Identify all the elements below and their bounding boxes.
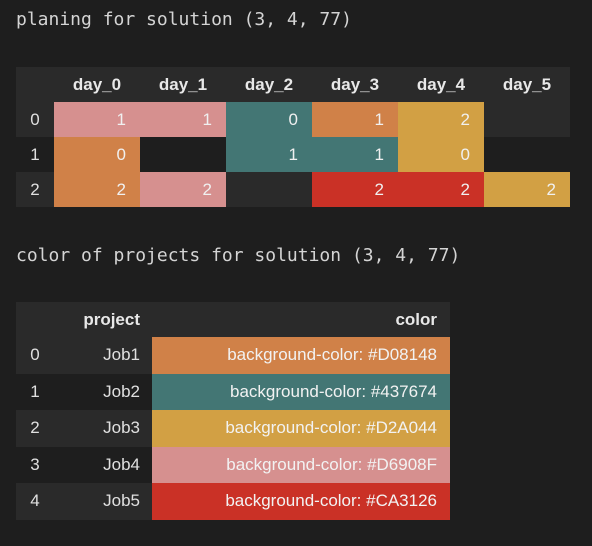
project-row: 0 Job1 background-color: #D08148 xyxy=(16,337,450,374)
planning-cell-empty xyxy=(484,102,570,137)
planning-cell-empty xyxy=(140,137,226,172)
planning-cell: 1 xyxy=(312,137,398,172)
project-color-value: background-color: #D6908F xyxy=(152,446,450,483)
project-name: Job3 xyxy=(54,410,152,447)
project-colors-title: color of projects for solution (3, 4, 77… xyxy=(16,245,461,266)
project-color-value: background-color: #437674 xyxy=(152,373,450,410)
project-row: 2 Job3 background-color: #D2A044 xyxy=(16,410,450,447)
day-column-header: day_0 xyxy=(54,67,140,102)
day-column-header: day_3 xyxy=(312,67,398,102)
project-name: Job2 xyxy=(54,373,152,410)
planning-header-row: day_0 day_1 day_2 day_3 day_4 day_5 xyxy=(16,67,570,102)
planning-cell: 0 xyxy=(54,137,140,172)
planning-cell: 0 xyxy=(226,102,312,137)
row-index: 1 xyxy=(16,137,54,172)
project-name: Job1 xyxy=(54,337,152,374)
project-column-header: project xyxy=(54,302,152,337)
row-index: 4 xyxy=(16,483,54,520)
planning-cell: 2 xyxy=(398,102,484,137)
row-index: 1 xyxy=(16,373,54,410)
day-column-header: day_1 xyxy=(140,67,226,102)
project-color-value: background-color: #D08148 xyxy=(152,337,450,374)
row-index: 0 xyxy=(16,337,54,374)
project-colors-header-row: project color xyxy=(16,302,450,337)
planning-title: planing for solution (3, 4, 77) xyxy=(16,9,352,30)
planning-cell: 1 xyxy=(226,137,312,172)
planning-index-header xyxy=(16,67,54,102)
project-color-value: background-color: #CA3126 xyxy=(152,483,450,520)
planning-cell: 2 xyxy=(312,172,398,207)
planning-cell: 1 xyxy=(140,102,226,137)
project-colors-table: project color 0 Job1 background-color: #D0… xyxy=(16,302,450,520)
project-name: Job4 xyxy=(54,446,152,483)
project-index-header xyxy=(16,302,54,337)
planning-cell: 2 xyxy=(398,172,484,207)
planning-cell: 2 xyxy=(54,172,140,207)
day-column-header: day_2 xyxy=(226,67,312,102)
planning-row: 222222 xyxy=(16,172,570,207)
project-row: 1 Job2 background-color: #437674 xyxy=(16,373,450,410)
planning-cell-empty xyxy=(226,172,312,207)
project-row: 3 Job4 background-color: #D6908F xyxy=(16,446,450,483)
day-column-header: day_4 xyxy=(398,67,484,102)
row-index: 3 xyxy=(16,446,54,483)
planning-row: 011012 xyxy=(16,102,570,137)
planning-table: day_0 day_1 day_2 day_3 day_4 day_5 0110… xyxy=(16,67,570,207)
project-name: Job5 xyxy=(54,483,152,520)
planning-cell: 1 xyxy=(312,102,398,137)
planning-cell-empty xyxy=(484,137,570,172)
planning-cell: 1 xyxy=(54,102,140,137)
planning-cell: 2 xyxy=(484,172,570,207)
planning-cell: 2 xyxy=(140,172,226,207)
project-row: 4 Job5 background-color: #CA3126 xyxy=(16,483,450,520)
row-index: 0 xyxy=(16,102,54,137)
row-index: 2 xyxy=(16,172,54,207)
planning-row: 10110 xyxy=(16,137,570,172)
day-column-header: day_5 xyxy=(484,67,570,102)
row-index: 2 xyxy=(16,410,54,447)
planning-cell: 0 xyxy=(398,137,484,172)
color-column-header: color xyxy=(152,302,450,337)
project-color-value: background-color: #D2A044 xyxy=(152,410,450,447)
